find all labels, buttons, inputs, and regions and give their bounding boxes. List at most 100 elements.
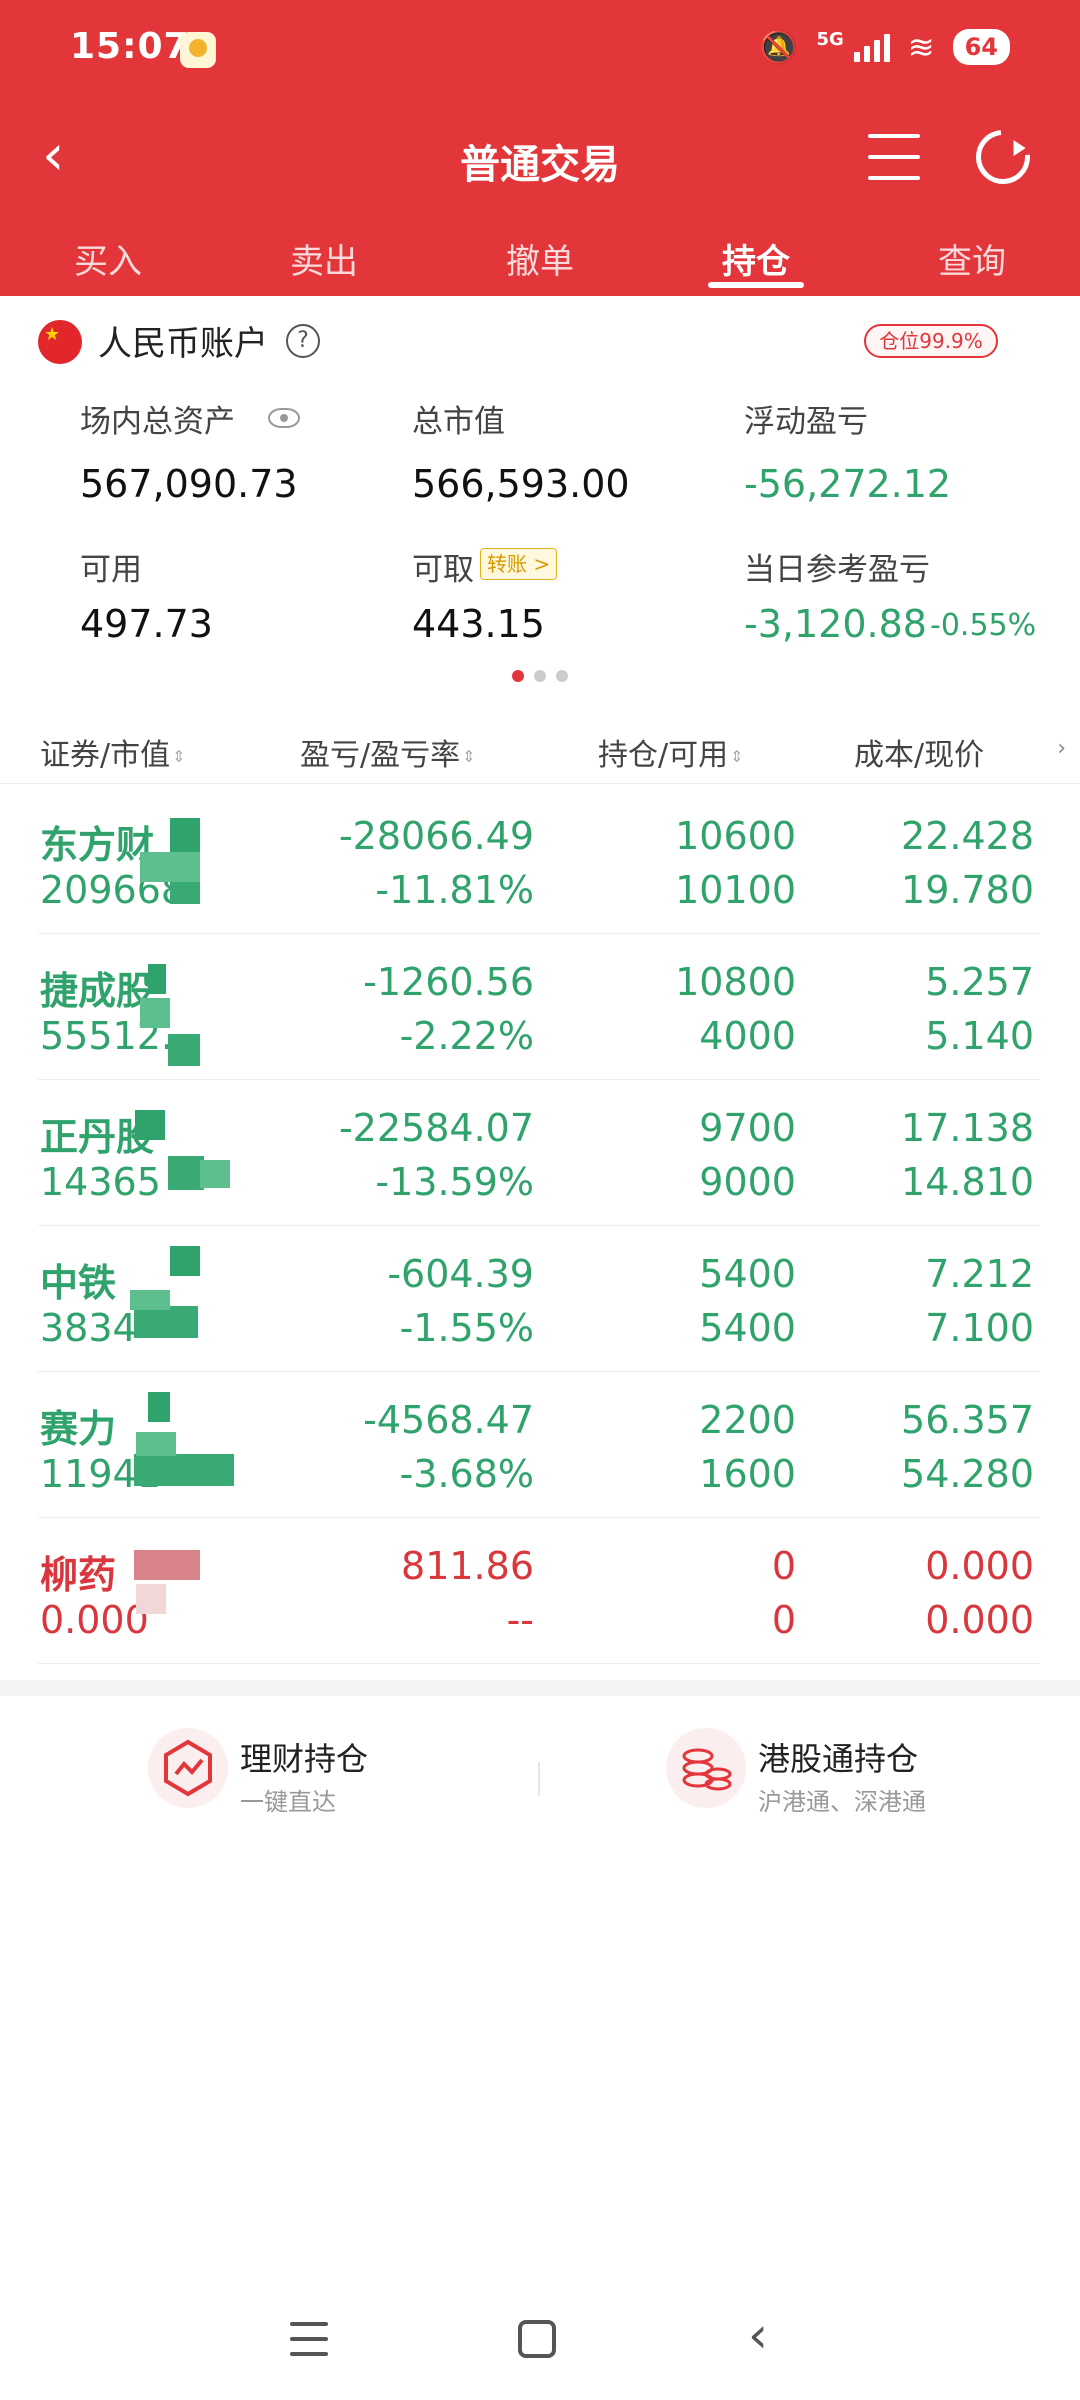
header-holding[interactable]: 持仓/可用 ⇕: [598, 730, 744, 774]
daily-pl-percent: -0.55%: [930, 608, 1037, 643]
current-price: 19.780: [901, 868, 1034, 912]
holding-qty: 5400: [699, 1252, 796, 1296]
tab-sell[interactable]: 卖出: [216, 228, 432, 296]
header-cost[interactable]: 成本/现价: [854, 730, 984, 774]
shortcut-title: 港股通持仓: [758, 1740, 919, 1778]
hk-connect-holdings-shortcut[interactable]: 港股通持仓 沪港通、深港通: [666, 1720, 1006, 1830]
shortcut-title: 理财持仓: [240, 1740, 369, 1778]
privacy-mask: [134, 1306, 198, 1338]
sort-icon: ⇕: [730, 746, 744, 766]
profit-loss-rate: --: [506, 1598, 534, 1642]
profit-loss: -22584.07: [338, 1106, 534, 1150]
privacy-mask: [135, 1110, 165, 1140]
privacy-mask: [136, 1432, 176, 1456]
security-name: 柳药: [40, 1553, 117, 1597]
tab-positions[interactable]: 持仓: [648, 228, 864, 296]
table-row[interactable]: 中铁 3834 -604.39 -1.55% 5400 5400 7.212 7.100: [0, 1226, 1080, 1372]
page-dot: [512, 670, 524, 682]
market-value: 14365: [40, 1160, 161, 1204]
daily-pl-label: 当日参考盈亏: [744, 552, 930, 588]
profit-loss: -1260.56: [363, 960, 534, 1004]
holding-qty: 9700: [699, 1106, 796, 1150]
recent-apps-icon[interactable]: [290, 2322, 328, 2356]
china-flag-icon: [38, 320, 82, 364]
profit-loss-rate: -11.81%: [375, 868, 534, 912]
privacy-mask: [140, 998, 170, 1028]
withdrawable-value: 443.15: [412, 602, 545, 646]
profit-loss-rate: -1.55%: [399, 1306, 534, 1350]
privacy-mask: [130, 1290, 170, 1310]
cost-price: 7.212: [925, 1252, 1034, 1296]
current-price: 54.280: [901, 1452, 1034, 1496]
menu-icon[interactable]: [868, 134, 920, 180]
security-name: 中铁: [40, 1261, 117, 1305]
positions-table-header: 证券/市值 ⇕ 盈亏/盈亏率 ⇕ 持仓/可用 ⇕ 成本/现价 ›: [0, 720, 1080, 784]
header-pl[interactable]: 盈亏/盈亏率 ⇕: [300, 730, 476, 774]
table-row[interactable]: 柳药 0.000 811.86 -- 0 0 0.000 0.000: [0, 1518, 1080, 1664]
security-name: 捷成股: [40, 969, 155, 1013]
privacy-mask: [148, 1392, 170, 1422]
market-value-label: 总市值: [412, 404, 505, 440]
privacy-mask: [140, 852, 200, 882]
transfer-button[interactable]: 转账 >: [480, 548, 558, 580]
market-value: 3834: [40, 1306, 137, 1350]
trade-tabs: 买入 卖出 撤单 持仓 查询: [0, 228, 1080, 296]
home-icon[interactable]: [518, 2320, 556, 2358]
profit-loss-rate: -13.59%: [375, 1160, 534, 1204]
holding-qty: 0: [771, 1544, 796, 1588]
system-nav-bar: ‹: [0, 2300, 1080, 2400]
available-value: 497.73: [80, 602, 213, 646]
cost-price: 5.257: [925, 960, 1034, 1004]
table-row[interactable]: 捷成股 55512. -1260.56 -2.22% 10800 4000 5.257 5.1…: [0, 934, 1080, 1080]
holding-qty: 10800: [675, 960, 796, 1004]
help-icon[interactable]: ?: [286, 324, 320, 358]
cost-price: 56.357: [901, 1398, 1034, 1442]
account-title[interactable]: 人民币账户: [98, 316, 268, 365]
wifi-icon: ≋: [907, 28, 935, 66]
daily-pl-value: -3,120.88: [744, 602, 927, 646]
table-row[interactable]: 正丹股 14365 -22584.07 -13.59% 9700 9000 17.138 14…: [0, 1080, 1080, 1226]
table-row[interactable]: 赛力 11941 -4568.47 -3.68% 2200 1600 56.357 54.28…: [0, 1372, 1080, 1518]
signal-icon: [853, 32, 890, 62]
shortcut-subtitle: 沪港通、深港通: [758, 1788, 926, 1816]
tab-query[interactable]: 查询: [864, 228, 1080, 296]
privacy-mask: [170, 1246, 200, 1276]
available-qty: 5400: [699, 1306, 796, 1350]
current-price: 5.140: [925, 1014, 1034, 1058]
sort-icon: ⇕: [172, 746, 186, 766]
page-indicator: [0, 670, 1080, 682]
shortcut-subtitle: 一键直达: [240, 1788, 336, 1816]
privacy-mask: [134, 1550, 200, 1580]
privacy-mask: [200, 1160, 230, 1188]
section-divider: [0, 1680, 1080, 1696]
tab-cancel[interactable]: 撤单: [432, 228, 648, 296]
header-cost-label: 成本/现价: [854, 738, 985, 773]
header-holding-label: 持仓/可用: [598, 738, 729, 773]
holding-qty: 10600: [675, 814, 796, 858]
available-qty: 1600: [699, 1452, 796, 1496]
wealth-holdings-shortcut[interactable]: 理财持仓 一键直达: [148, 1720, 468, 1830]
status-icons: 🔕 5G ≋ 64: [759, 24, 1010, 70]
header-security[interactable]: 证券/市值 ⇕: [40, 730, 186, 774]
tab-buy[interactable]: 买入: [0, 228, 216, 296]
shortcut-separator: [538, 1762, 540, 1796]
chart-trend-icon: [148, 1728, 228, 1808]
system-back-icon[interactable]: ‹: [748, 2310, 768, 2360]
available-label: 可用: [80, 552, 142, 588]
battery-icon: 64: [952, 29, 1010, 65]
cost-price: 0.000: [925, 1544, 1034, 1588]
privacy-mask: [168, 1034, 200, 1066]
profit-loss-rate: -3.68%: [399, 1452, 534, 1496]
eye-icon[interactable]: [268, 408, 300, 428]
market-value-value: 566,593.00: [412, 462, 630, 506]
total-assets-label: 场内总资产: [80, 404, 235, 440]
profit-loss: -28066.49: [338, 814, 534, 858]
privacy-mask: [148, 964, 166, 994]
table-row[interactable]: 东方财 209668 -28066.49 -11.81% 10600 10100 22.42…: [0, 788, 1080, 934]
floating-pl-label: 浮动盈亏: [744, 404, 868, 440]
current-price: 0.000: [925, 1598, 1034, 1642]
status-time: 15:07: [70, 26, 190, 67]
profit-loss: 811.86: [401, 1544, 534, 1588]
scroll-right-icon[interactable]: ›: [1057, 736, 1066, 761]
cost-price: 17.138: [901, 1106, 1034, 1150]
